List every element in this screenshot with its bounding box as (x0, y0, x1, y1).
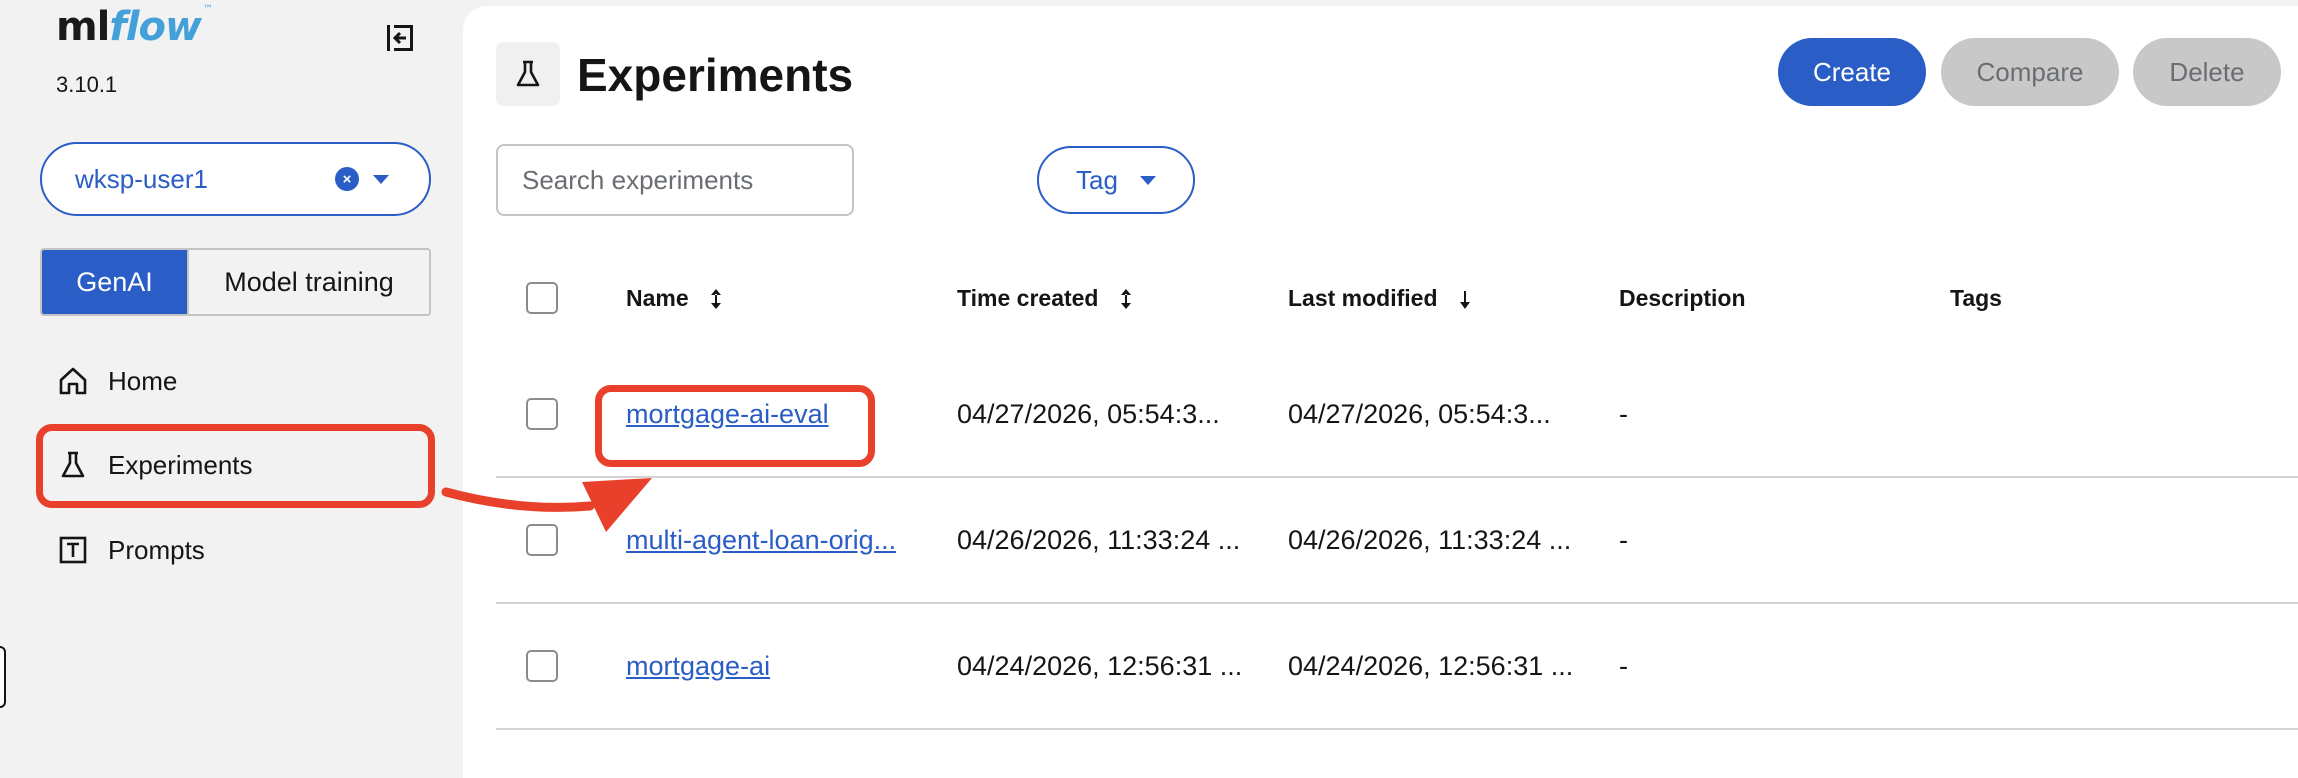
logo-flow-text: flow (109, 4, 202, 50)
experiment-link[interactable]: mortgage-ai (626, 651, 770, 681)
sidebar-item-label: Prompts (108, 534, 205, 565)
collapse-sidebar-button[interactable] (380, 18, 420, 58)
column-header-time-created[interactable]: Time created (957, 285, 1288, 312)
last-modified-cell: 04/24/2026, 12:56:31 ... (1288, 650, 1574, 681)
home-icon (56, 364, 90, 398)
table-row[interactable]: mortgage-ai-eval 04/27/2026, 05:54:3... … (496, 352, 2298, 478)
experiments-table: Name Time created Last modified Descript… (496, 244, 2298, 730)
sidebar: mlflow ™ 3.10.1 wksp-user1 × GenAI Model … (0, 0, 462, 778)
description-cell: - (1619, 650, 1628, 681)
flask-icon (496, 42, 560, 106)
workspace-value: wksp-user1 (75, 163, 208, 194)
logo-ml-text: ml (56, 4, 110, 50)
time-created-cell: 04/27/2026, 05:54:3... (957, 398, 1220, 429)
search-box (496, 144, 857, 216)
row-checkbox[interactable] (526, 524, 558, 556)
sidebar-item-prompts[interactable]: Prompts (40, 514, 435, 586)
select-all-checkbox[interactable] (526, 282, 558, 314)
column-header-tags: Tags (1950, 284, 2002, 311)
last-modified-cell: 04/26/2026, 11:33:24 ... (1288, 524, 1572, 555)
table-header: Name Time created Last modified Descript… (496, 244, 2298, 352)
sidebar-item-label: Home (108, 365, 178, 396)
table-row[interactable]: mortgage-ai 04/24/2026, 12:56:31 ... 04/… (496, 604, 2298, 730)
column-header-description: Description (1619, 284, 1746, 311)
description-cell: - (1619, 398, 1628, 429)
main-panel: Experiments Create Compare Delete Tag Na… (463, 6, 2298, 778)
model-training-toggle-button[interactable]: Model training (187, 250, 429, 314)
sort-both-icon[interactable] (1119, 287, 1133, 311)
clear-icon[interactable]: × (335, 167, 359, 191)
chevron-down-icon (1139, 175, 1156, 185)
table-row[interactable]: multi-agent-loan-orig... 04/26/2026, 11:… (496, 478, 2298, 604)
compare-button[interactable]: Compare (1941, 38, 2119, 106)
version-label: 3.10.1 (56, 72, 118, 97)
experiment-link[interactable]: multi-agent-loan-orig... (626, 525, 896, 555)
chevron-down-icon[interactable] (373, 174, 389, 184)
time-created-cell: 04/26/2026, 11:33:24 ... (957, 524, 1241, 555)
workspace-selector[interactable]: wksp-user1 × (40, 142, 431, 216)
flask-icon (56, 448, 90, 482)
tag-filter-label: Tag (1076, 164, 1118, 195)
column-header-last-modified[interactable]: Last modified (1288, 285, 1619, 312)
prompt-icon (56, 533, 90, 567)
experiment-link[interactable]: mortgage-ai-eval (626, 399, 829, 429)
create-button[interactable]: Create (1778, 38, 1926, 106)
last-modified-cell: 04/27/2026, 05:54:3... (1288, 398, 1551, 429)
sort-both-icon[interactable] (709, 287, 723, 311)
edge-handle[interactable] (0, 646, 6, 708)
row-checkbox[interactable] (526, 650, 558, 682)
delete-button[interactable]: Delete (2133, 38, 2281, 106)
time-created-cell: 04/24/2026, 12:56:31 ... (957, 650, 1243, 681)
sidebar-item-home[interactable]: Home (40, 345, 435, 417)
sidebar-collapse-icon (387, 25, 413, 51)
search-input[interactable] (522, 164, 857, 196)
page-title: Experiments (577, 49, 854, 101)
sort-descending-icon[interactable] (1458, 287, 1472, 311)
genai-toggle-button[interactable]: GenAI (42, 250, 187, 314)
description-cell: - (1619, 524, 1628, 555)
row-checkbox[interactable] (526, 398, 558, 430)
sidebar-item-label: Experiments (108, 449, 253, 480)
sidebar-item-experiments[interactable]: Experiments (40, 429, 435, 501)
mlflow-logo[interactable]: mlflow ™ (56, 4, 213, 50)
tag-filter-button[interactable]: Tag (1037, 146, 1195, 214)
column-header-name[interactable]: Name (626, 285, 957, 312)
mode-toggle: GenAI Model training (40, 248, 431, 316)
